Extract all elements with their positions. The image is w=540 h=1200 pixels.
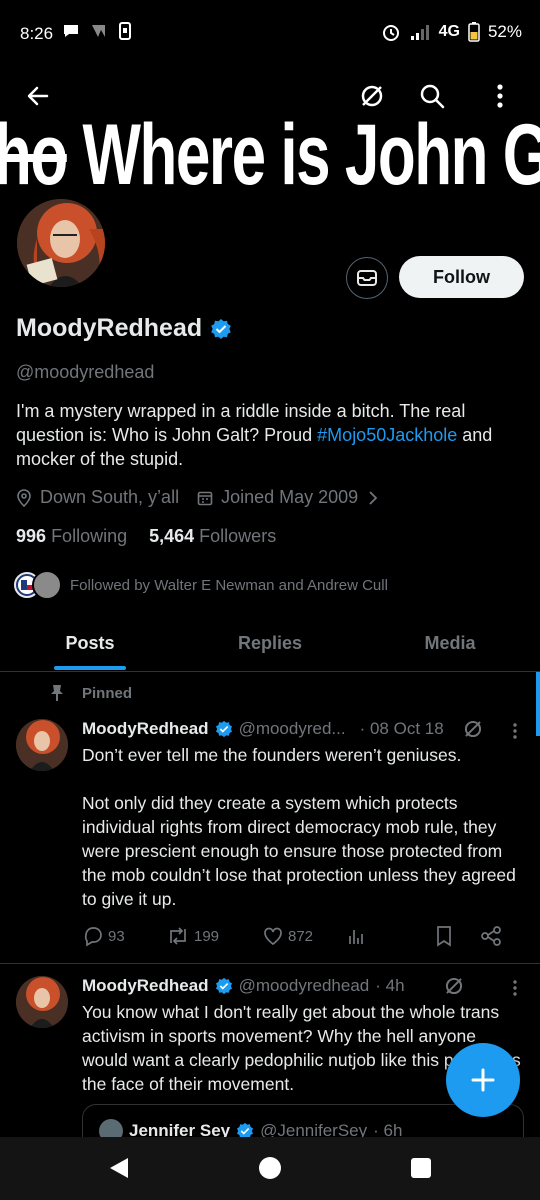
back-button[interactable] (18, 76, 58, 116)
network-type: 4G (438, 23, 460, 40)
tab-posts[interactable]: Posts (0, 616, 180, 671)
repost-icon (170, 927, 186, 945)
more-vertical-icon (513, 980, 517, 996)
bookmark-icon (437, 926, 451, 947)
following-link[interactable]: 996 Following (16, 526, 127, 547)
location-pin-icon (17, 488, 31, 507)
more-options-button[interactable] (480, 76, 520, 116)
more-vertical-icon (497, 84, 503, 108)
grok-icon[interactable] (443, 975, 465, 997)
grok-icon (361, 85, 383, 107)
envelope-icon (357, 270, 377, 286)
verified-badge-icon (215, 977, 232, 995)
avatar-image (16, 976, 68, 1028)
tweet-header: MoodyRedhead @moodyred... · 08 Oct 18 (82, 718, 484, 740)
tab-replies[interactable]: Replies (180, 616, 360, 671)
tweet-avatar[interactable] (16, 976, 68, 1028)
heart-icon (264, 927, 282, 946)
message-button[interactable] (346, 257, 388, 299)
followed-by[interactable]: Followed by Walter E Newman and Andrew C… (12, 570, 388, 600)
follower-avatar (32, 570, 62, 600)
avatar-image (17, 199, 105, 287)
status-notification-icons (62, 22, 132, 40)
tweet-header: MoodyRedhead @moodyredhead · 4h (82, 975, 465, 997)
scroll-indicator[interactable] (536, 672, 540, 736)
more-vertical-icon (513, 723, 517, 739)
status-time: 8:26 (20, 24, 54, 43)
views-button[interactable] (346, 926, 434, 946)
nav-back-icon[interactable] (106, 1155, 132, 1181)
pinned-label: Pinned (50, 684, 132, 702)
profile-joined[interactable]: Joined May 2009 (197, 487, 380, 508)
tweet-author-handle[interactable]: @moodyred... (239, 719, 346, 739)
tweet-divider (0, 963, 540, 964)
bio-hashtag-link[interactable]: #Mojo50Jackhole (317, 425, 457, 445)
followers-link[interactable]: 5,464 Followers (149, 526, 276, 547)
phone-icon (119, 22, 131, 40)
bookmark-button[interactable] (434, 925, 480, 947)
pin-icon (51, 685, 63, 701)
app-logo-icon (92, 25, 105, 37)
avatar-image (16, 719, 68, 771)
battery-icon (468, 22, 480, 42)
like-button[interactable]: 872 (262, 925, 346, 947)
plus-icon (471, 1068, 495, 1092)
alarm-icon (382, 25, 399, 41)
tweet-time[interactable]: · 08 Oct 18 (360, 719, 444, 739)
profile-counts: 996 Following 5,464 Followers (16, 526, 276, 547)
tweet-more-button[interactable] (512, 979, 518, 997)
profile-avatar[interactable] (14, 196, 108, 290)
profile-bio: I'm a mystery wrapped in a riddle inside… (16, 401, 493, 469)
banner-text: ho Where is John Ga (0, 107, 540, 203)
follow-button[interactable]: Follow (399, 256, 524, 298)
signal-icon (410, 25, 429, 40)
verified-badge-icon (211, 318, 231, 339)
reply-icon (84, 927, 102, 947)
grok-button[interactable] (352, 76, 392, 116)
nav-home-icon[interactable] (257, 1155, 283, 1181)
share-icon (481, 926, 501, 946)
tweet-avatar[interactable] (16, 719, 68, 771)
verified-badge-icon (215, 720, 232, 738)
bar-chart-icon (349, 930, 363, 944)
compose-post-button[interactable] (446, 1043, 520, 1117)
battery-percent: 52% (487, 22, 522, 41)
tweet-author-name[interactable]: MoodyRedhead (82, 719, 209, 739)
tweet-more-button[interactable] (512, 722, 518, 740)
profile-meta: Down South, y’all Joined May 2009 (16, 487, 380, 508)
repost-button[interactable]: 199 (166, 925, 262, 947)
tweet-time[interactable]: · 4h (375, 976, 404, 996)
chevron-right-icon (369, 490, 378, 505)
back-arrow-icon (27, 86, 49, 106)
grok-icon[interactable] (462, 718, 484, 740)
followed-by-avatars (12, 570, 62, 600)
reply-button[interactable]: 93 (82, 925, 166, 947)
search-button[interactable] (412, 76, 452, 116)
calendar-icon (197, 491, 213, 505)
status-bar: 8:26 4G 52% (0, 0, 540, 66)
tweet-text: Don’t ever tell me the founders weren’t … (82, 743, 522, 911)
tweet-actions: 93 199 872 (82, 925, 522, 947)
chat-bubble-icon (64, 25, 78, 37)
tab-media[interactable]: Media (360, 616, 540, 671)
active-tab-indicator (54, 666, 126, 670)
search-icon (420, 84, 445, 109)
share-button[interactable] (480, 925, 502, 947)
tweet-author-handle[interactable]: @moodyredhead (239, 976, 370, 996)
profile-banner[interactable]: ho Where is John Ga (0, 66, 540, 216)
profile-handle: @moodyredhead (16, 362, 155, 382)
profile-tabs: Posts Replies Media (0, 616, 540, 672)
profile-name: MoodyRedhead (16, 314, 232, 343)
profile-location: Down South, y’all (16, 487, 179, 508)
status-system-icons: 4G 52% (381, 22, 522, 42)
nav-recents-icon[interactable] (408, 1155, 434, 1181)
system-nav-bar (0, 1137, 540, 1200)
tweet-author-name[interactable]: MoodyRedhead (82, 976, 209, 996)
